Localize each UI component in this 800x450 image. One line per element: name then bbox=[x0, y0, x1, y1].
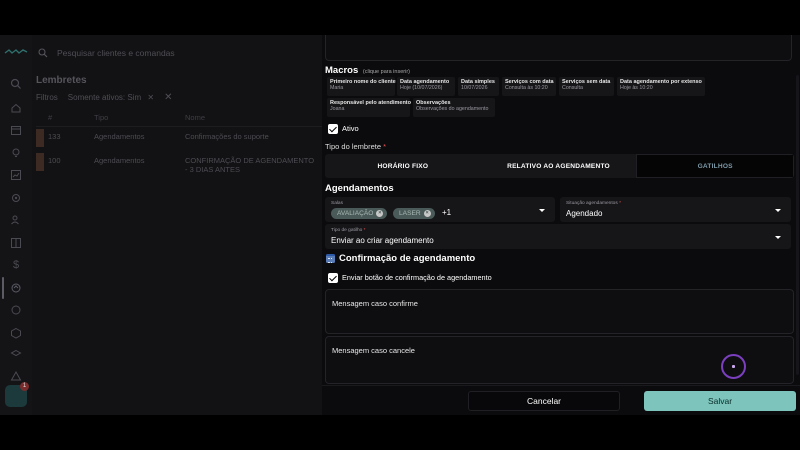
salas-label: Salas bbox=[331, 201, 343, 206]
dollar-icon[interactable]: $ bbox=[10, 259, 22, 271]
app-window: $ 1 Pesquisar clientes e comandas Lembre… bbox=[0, 35, 800, 415]
global-search[interactable]: Pesquisar clientes e comandas bbox=[38, 45, 175, 61]
sidebar-rail: $ 1 bbox=[0, 35, 32, 415]
situacao-value: Agendado bbox=[566, 209, 603, 218]
row-nome: CONFIRMAÇÃO DE AGENDAMENTO - 3 DIAS ANTE… bbox=[185, 156, 315, 174]
tipo-lembrete-selector: HORÁRIO FIXO RELATIVO AO AGENDAMENTO GAT… bbox=[325, 154, 794, 178]
page-title: Lembretes bbox=[36, 75, 87, 86]
grid-icon[interactable] bbox=[10, 237, 22, 249]
save-button[interactable]: Salvar bbox=[644, 391, 796, 411]
row-tipo: Agendamentos bbox=[94, 156, 145, 165]
recording-indicator-icon[interactable] bbox=[721, 354, 746, 379]
active-indicator bbox=[2, 277, 4, 299]
row-id: 100 bbox=[48, 156, 61, 165]
macro-responsible[interactable]: Responsável pelo atendimento Joana bbox=[327, 98, 411, 117]
close-icon[interactable]: ✕ bbox=[147, 93, 154, 102]
salas-select[interactable]: Salas AVALIAÇÃO × LASER × +1 bbox=[325, 197, 555, 222]
search-icon[interactable] bbox=[10, 78, 22, 90]
row-id: 133 bbox=[48, 132, 61, 141]
macro-appointment-date[interactable]: Data agendamento Hoje (10/07/2026) bbox=[397, 77, 455, 96]
search-icon bbox=[38, 48, 48, 58]
enviar-confirmacao-checkbox[interactable] bbox=[328, 273, 338, 283]
tab-gatilhos[interactable]: GATILHOS bbox=[636, 154, 794, 178]
situacao-select[interactable]: Situação agendamentos * Agendado bbox=[560, 197, 791, 222]
message-textarea[interactable] bbox=[325, 35, 792, 61]
notification-badge: 1 bbox=[20, 382, 29, 391]
ativo-checkbox[interactable] bbox=[328, 124, 338, 134]
search-placeholder: Pesquisar clientes e comandas bbox=[57, 48, 175, 58]
bell-icon[interactable] bbox=[10, 282, 22, 294]
gatilho-label: Tipo de gatilho * bbox=[331, 228, 366, 233]
users-icon[interactable] bbox=[10, 214, 22, 226]
panel-footer: Cancelar Salvar bbox=[322, 385, 800, 415]
table-row[interactable]: 100 Agendamentos CONFIRMAÇÃO DE AGENDAME… bbox=[36, 151, 322, 175]
col-tipo: Tipo bbox=[94, 113, 109, 122]
agendamentos-title: Agendamentos bbox=[325, 183, 394, 194]
ativo-label: Ativo bbox=[342, 124, 359, 133]
macros-hint: (clique para inserir) bbox=[362, 69, 410, 75]
row-marker bbox=[36, 153, 44, 171]
confirmacao-title: Confirmação de agendamento bbox=[326, 253, 475, 264]
col-nome: Nome bbox=[185, 113, 206, 122]
chevron-down-icon bbox=[775, 209, 781, 212]
chip-laser: LASER × bbox=[393, 208, 435, 219]
chevron-down-icon bbox=[775, 236, 781, 239]
macro-services-without-date[interactable]: Serviços sem data Consulta bbox=[559, 77, 614, 96]
row-tipo: Agendamentos bbox=[94, 132, 145, 141]
macro-simple-date[interactable]: Data simples 10/07/2026 bbox=[458, 77, 499, 96]
gatilho-value: Enviar ao criar agendamento bbox=[331, 236, 434, 245]
mensagem-confirma-label: Mensagem caso confirme bbox=[332, 299, 418, 308]
chip-avaliacao: AVALIAÇÃO × bbox=[331, 208, 388, 219]
calendar-icon[interactable] bbox=[10, 124, 22, 136]
remove-chip-icon[interactable]: × bbox=[376, 210, 384, 217]
cube-icon[interactable] bbox=[10, 349, 22, 361]
gatilho-select[interactable]: Tipo de gatilho * Enviar ao criar agenda… bbox=[325, 224, 791, 249]
remove-chip-icon[interactable]: × bbox=[423, 210, 431, 217]
logo bbox=[4, 49, 28, 54]
alert-icon[interactable] bbox=[10, 370, 22, 382]
filters-label: Filtros bbox=[36, 93, 58, 102]
scrollbar[interactable] bbox=[796, 75, 799, 375]
filter-chip[interactable]: Somente ativos: Sim ✕ bbox=[68, 93, 154, 102]
calendar-icon bbox=[326, 254, 335, 263]
mensagem-confirma-field[interactable]: Mensagem caso confirme bbox=[325, 289, 794, 334]
macro-notes[interactable]: Observações Observações do agendamento bbox=[413, 98, 495, 117]
home-icon[interactable] bbox=[10, 102, 22, 114]
situacao-label: Situação agendamentos * bbox=[566, 201, 621, 206]
chart-icon[interactable] bbox=[10, 169, 22, 181]
clear-filters-icon[interactable]: ✕ bbox=[164, 92, 172, 103]
tab-horario-fixo[interactable]: HORÁRIO FIXO bbox=[325, 154, 481, 178]
reminders-table: # Tipo Nome 133 Agendamentos Confirmaçõe… bbox=[36, 109, 322, 175]
enviar-confirmacao-label: Enviar botão de confirmação de agendamen… bbox=[342, 273, 492, 282]
chevron-down-icon bbox=[539, 209, 545, 212]
reminder-editor-panel: Macros (clique para inserir) Primeiro no… bbox=[322, 35, 800, 415]
box-icon[interactable] bbox=[10, 327, 22, 339]
mensagem-cancela-label: Mensagem caso cancele bbox=[332, 346, 415, 355]
macro-first-name[interactable]: Primeiro nome do cliente Maria bbox=[327, 77, 396, 96]
lightbulb-icon[interactable] bbox=[10, 147, 22, 159]
col-id: # bbox=[48, 113, 53, 122]
filter-bar: Filtros Somente ativos: Sim ✕ ✕ bbox=[36, 92, 172, 103]
row-marker bbox=[36, 129, 44, 147]
gear-icon[interactable] bbox=[10, 192, 22, 204]
macros-title: Macros (clique para inserir) bbox=[325, 65, 410, 76]
more-count: +1 bbox=[442, 208, 452, 217]
table-header: # Tipo Nome bbox=[36, 109, 322, 127]
tab-relativo-agendamento[interactable]: RELATIVO AO AGENDAMENTO bbox=[481, 154, 637, 178]
tipo-lembrete-label: Tipo do lembrete * bbox=[325, 142, 387, 151]
row-nome: Confirmações do suporte bbox=[185, 132, 269, 141]
coin-icon[interactable] bbox=[10, 304, 22, 316]
macro-date-in-words[interactable]: Data agendamento por extenso Hoje às 10:2… bbox=[617, 77, 705, 96]
cancel-button[interactable]: Cancelar bbox=[468, 391, 620, 411]
table-row[interactable]: 133 Agendamentos Confirmações do suporte bbox=[36, 127, 322, 151]
macro-services-with-date[interactable]: Serviços com data Consulta às 10:20 bbox=[502, 77, 556, 96]
